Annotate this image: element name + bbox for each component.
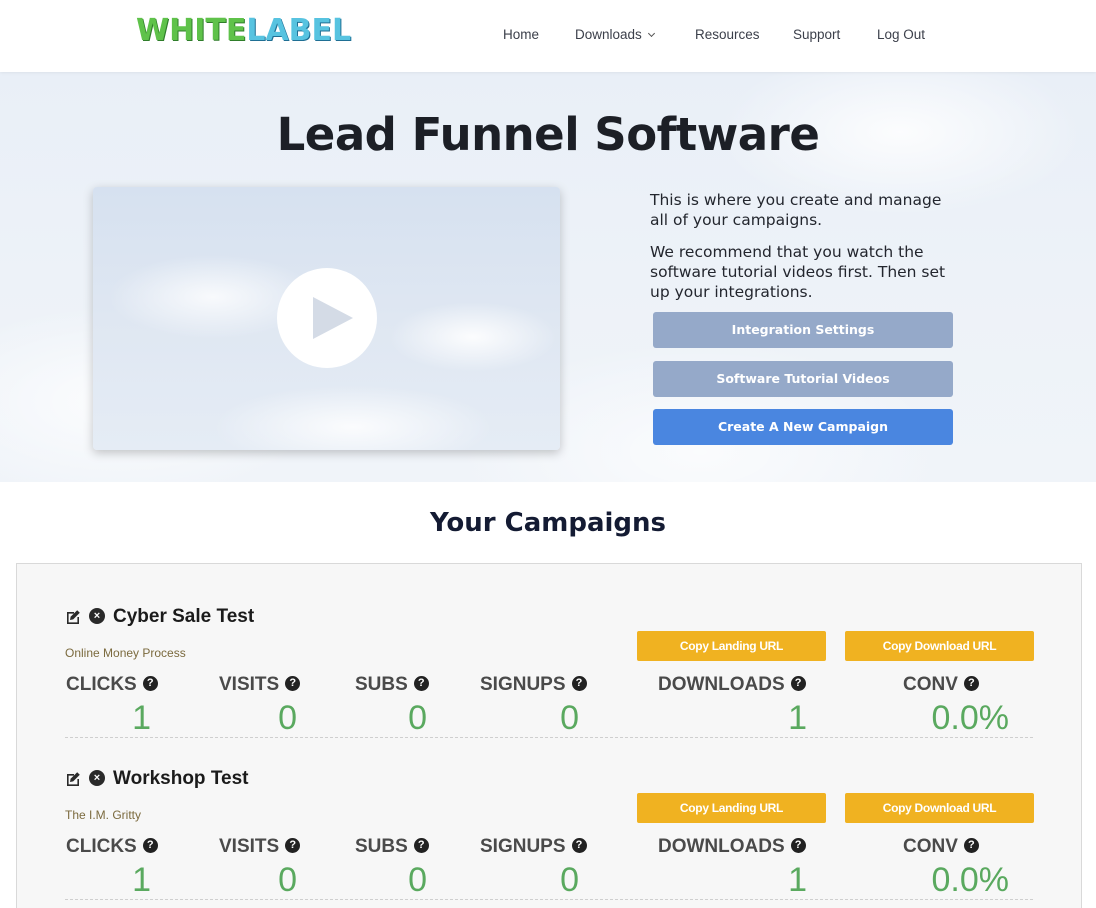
nav-log-out[interactable]: Log Out [877, 26, 925, 44]
subs-value: 0 [408, 699, 427, 737]
signups-label: SIGNUPS? [480, 674, 587, 696]
signups-label-text: SIGNUPS [480, 674, 566, 695]
help-icon[interactable]: ? [413, 676, 429, 692]
help-icon[interactable]: ? [963, 676, 979, 692]
campaign-name: Workshop Test [113, 768, 249, 789]
chevron-down-icon [647, 29, 655, 38]
software-tutorial-videos-button[interactable]: Software Tutorial Videos [653, 361, 953, 397]
logo-word-label: LABEL [246, 13, 352, 48]
conv-label-text: CONV [903, 674, 958, 695]
visits-value: 0 [278, 861, 297, 899]
visits-label-text: VISITS [219, 836, 280, 857]
copy-landing-url-button[interactable]: Copy Landing URL [637, 631, 826, 661]
downloads-label: DOWNLOADS? [658, 674, 806, 696]
downloads-value: 1 [788, 861, 807, 899]
visits-label-text: VISITS [219, 674, 280, 695]
conv-label-text: CONV [903, 836, 958, 857]
visits-label: VISITS? [219, 674, 301, 696]
clicks-value: 1 [132, 699, 151, 737]
campaigns-panel: × Cyber Sale Test Online Money Process C… [16, 563, 1082, 908]
downloads-value: 1 [788, 699, 807, 737]
help-icon[interactable]: ? [285, 676, 301, 692]
clicks-label-text: CLICKS [66, 836, 137, 857]
conv-value: 0.0% [931, 699, 1010, 737]
whitelabel-logo[interactable]: WHITELABEL [136, 14, 351, 48]
create-new-campaign-button[interactable]: Create A New Campaign [653, 409, 953, 445]
help-icon[interactable]: ? [963, 838, 979, 854]
subs-label-text: SUBS [355, 674, 408, 695]
help-icon[interactable]: ? [142, 838, 158, 854]
campaign-card: × Workshop Test The I.M. Gritty Copy Lan… [65, 738, 1034, 900]
help-icon[interactable]: ? [790, 838, 806, 854]
edit-icon[interactable] [65, 609, 81, 625]
clicks-label-text: CLICKS [66, 674, 137, 695]
delete-icon[interactable]: × [89, 608, 105, 624]
signups-label: SIGNUPS? [480, 836, 587, 858]
edit-icon[interactable] [65, 771, 81, 787]
campaign-card: × Cyber Sale Test Online Money Process C… [65, 576, 1034, 738]
nav-downloads[interactable]: Downloads [575, 26, 655, 44]
downloads-label: DOWNLOADS? [658, 836, 806, 858]
clicks-label: CLICKS? [66, 836, 158, 858]
signups-value: 0 [560, 861, 579, 899]
copy-download-url-button[interactable]: Copy Download URL [845, 631, 1034, 661]
play-button[interactable] [277, 268, 377, 368]
visits-value: 0 [278, 699, 297, 737]
nav-resources[interactable]: Resources [695, 26, 760, 44]
integration-settings-button[interactable]: Integration Settings [653, 312, 953, 348]
help-icon[interactable]: ? [571, 676, 587, 692]
help-icon[interactable]: ? [571, 838, 587, 854]
visits-label: VISITS? [219, 836, 301, 858]
campaigns-heading: Your Campaigns [429, 508, 667, 538]
play-icon [313, 297, 353, 339]
hero-section: Lead Funnel Software This is where you c… [0, 72, 1096, 482]
downloads-label-text: DOWNLOADS [658, 674, 785, 695]
subs-label: SUBS? [355, 836, 429, 858]
signups-label-text: SIGNUPS [480, 836, 566, 857]
help-icon[interactable]: ? [285, 838, 301, 854]
subs-value: 0 [408, 861, 427, 899]
hero-recommend-text: We recommend that you watch the software… [650, 243, 946, 301]
clicks-value: 1 [132, 861, 151, 899]
copy-landing-url-button[interactable]: Copy Landing URL [637, 793, 826, 823]
logo-word-white: WHITE [136, 13, 247, 48]
help-icon[interactable]: ? [142, 676, 158, 692]
campaign-subtitle: Online Money Process [65, 646, 186, 660]
nav-home[interactable]: Home [503, 26, 539, 44]
clicks-label: CLICKS? [66, 674, 158, 696]
nav-support[interactable]: Support [793, 26, 840, 44]
conv-value: 0.0% [931, 861, 1010, 899]
campaign-subtitle: The I.M. Gritty [65, 808, 142, 822]
subs-label: SUBS? [355, 674, 429, 696]
help-icon[interactable]: ? [790, 676, 806, 692]
nav-downloads-label: Downloads [575, 27, 642, 42]
conv-label: CONV? [903, 836, 979, 858]
site-header: WHITELABEL Home Downloads Resources Supp… [0, 0, 1096, 72]
downloads-label-text: DOWNLOADS [658, 836, 785, 857]
subs-label-text: SUBS [355, 836, 408, 857]
help-icon[interactable]: ? [413, 838, 429, 854]
copy-download-url-button[interactable]: Copy Download URL [845, 793, 1034, 823]
tutorial-video-player[interactable] [93, 187, 560, 450]
delete-icon[interactable]: × [89, 770, 105, 786]
conv-label: CONV? [903, 674, 979, 696]
page-title: Lead Funnel Software [276, 108, 820, 161]
signups-value: 0 [560, 699, 579, 737]
hero-intro-text: This is where you create and manage all … [650, 191, 942, 229]
campaign-name: Cyber Sale Test [113, 606, 255, 627]
